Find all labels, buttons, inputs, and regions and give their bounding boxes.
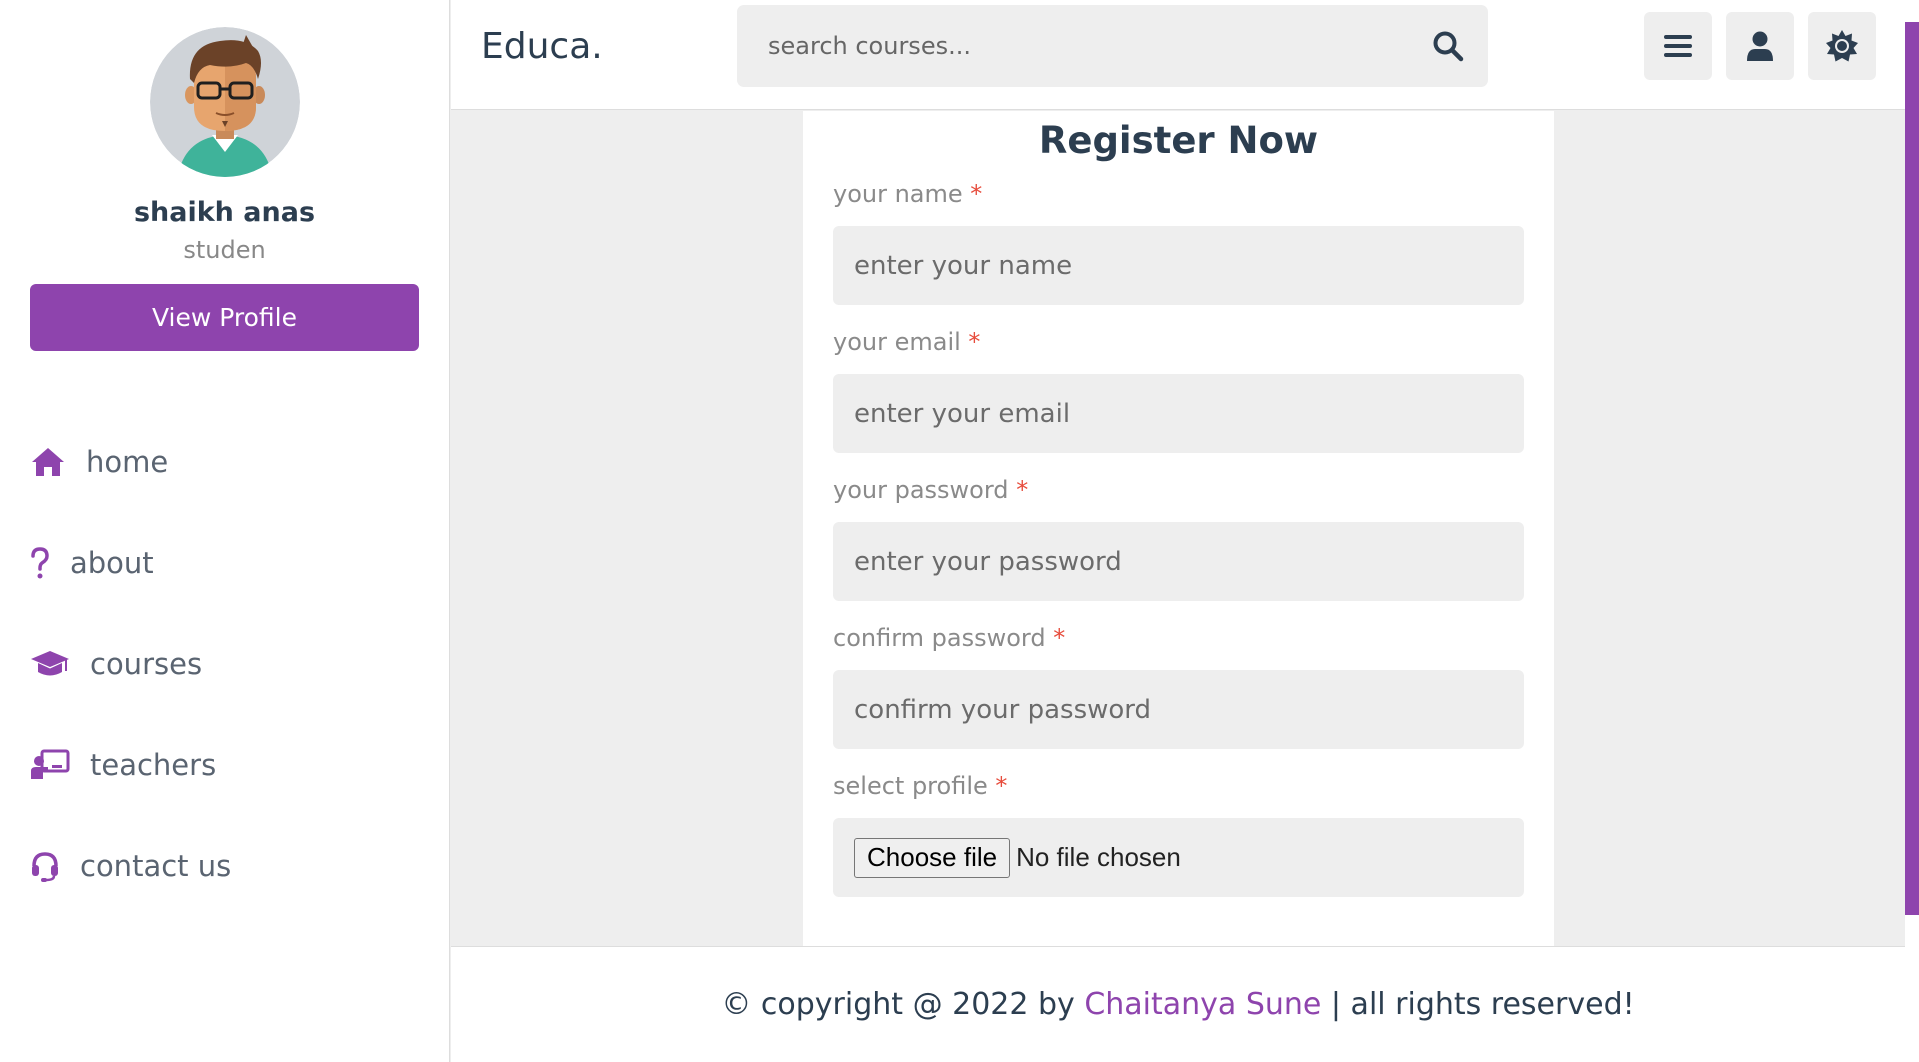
chalkboard-teacher-icon xyxy=(30,749,70,781)
headset-icon xyxy=(30,850,60,882)
theme-toggle-button[interactable] xyxy=(1808,12,1876,80)
form-title: Register Now xyxy=(1038,119,1319,162)
name-label: your name * xyxy=(833,180,1524,210)
view-profile-button[interactable]: View Profile xyxy=(30,284,419,351)
sidebar-item-about[interactable]: about xyxy=(0,512,449,613)
name-label-text: your name xyxy=(833,180,963,208)
graduation-cap-icon xyxy=(30,649,70,679)
sun-icon xyxy=(1826,30,1858,62)
footer-author-link[interactable]: Chaitanya Sune xyxy=(1084,987,1321,1022)
name-field-box xyxy=(833,226,1524,305)
sidebar-item-teachers[interactable]: teachers xyxy=(0,714,449,815)
sidebar: shaikh anas studen View Profile home abo… xyxy=(0,0,450,1062)
password-input[interactable] xyxy=(833,522,1524,601)
sidebar-item-courses[interactable]: courses xyxy=(0,613,449,714)
email-input[interactable] xyxy=(833,374,1524,453)
menu-button[interactable] xyxy=(1644,12,1712,80)
profile-card: shaikh anas studen View Profile xyxy=(0,0,449,351)
question-icon xyxy=(30,546,50,579)
email-label: your email * xyxy=(833,328,1524,358)
sidebar-item-label: contact us xyxy=(80,848,232,883)
name-input[interactable] xyxy=(833,226,1524,305)
register-form: Register Now your name * your email * yo… xyxy=(803,111,1554,946)
profile-name: shaikh anas xyxy=(133,197,316,228)
email-label-text: your email xyxy=(833,328,961,356)
choose-file-button[interactable]: Choose file xyxy=(854,837,1011,878)
scrollbar-track[interactable] xyxy=(1905,0,1919,1062)
scrollbar-thumb[interactable] xyxy=(1905,22,1919,915)
file-status: No file chosen xyxy=(1016,842,1181,872)
confirm-password-field-box xyxy=(833,670,1524,749)
avatar-icon xyxy=(149,27,300,177)
email-field-box xyxy=(833,374,1524,453)
required-mark: * xyxy=(970,180,983,208)
menu-icon xyxy=(1664,35,1692,57)
sidebar-item-label: home xyxy=(86,444,169,479)
footer-copyright-suffix: | all rights reserved! xyxy=(1321,987,1635,1022)
sidebar-item-label: courses xyxy=(90,646,203,681)
sidebar-item-home[interactable]: home xyxy=(0,411,449,512)
footer: © copyright @ 2022 by Chaitanya Sune | a… xyxy=(451,946,1905,1062)
select-profile-label: select profile * xyxy=(833,772,1524,802)
required-mark: * xyxy=(1053,624,1066,652)
main-content: Register Now your name * your email * yo… xyxy=(451,111,1905,946)
confirm-password-label-text: confirm password xyxy=(833,624,1046,652)
top-header: Educa. xyxy=(451,0,1919,110)
user-icon xyxy=(1747,31,1773,61)
password-label-text: your password xyxy=(833,476,1009,504)
profile-file-box: Choose file No file chosen xyxy=(833,818,1524,897)
sidebar-item-contact[interactable]: contact us xyxy=(0,815,449,916)
password-label: your password * xyxy=(833,476,1524,506)
confirm-password-label: confirm password * xyxy=(833,624,1524,654)
search-input[interactable] xyxy=(737,5,1408,87)
required-mark: * xyxy=(995,772,1008,800)
required-mark: * xyxy=(1016,476,1029,504)
confirm-password-input[interactable] xyxy=(833,670,1524,749)
profile-role: studen xyxy=(183,236,266,264)
search-icon[interactable] xyxy=(1408,5,1488,87)
user-button[interactable] xyxy=(1726,12,1794,80)
sidebar-nav: home about courses teachers contact us xyxy=(0,411,449,916)
password-field-box xyxy=(833,522,1524,601)
select-profile-label-text: select profile xyxy=(833,772,988,800)
required-mark: * xyxy=(968,328,981,356)
footer-copyright-prefix: © copyright @ 2022 by xyxy=(721,987,1085,1022)
sidebar-item-label: about xyxy=(70,545,154,580)
site-logo[interactable]: Educa. xyxy=(481,26,603,67)
sidebar-item-label: teachers xyxy=(90,747,217,782)
search-form xyxy=(737,5,1488,87)
home-icon xyxy=(30,446,66,478)
